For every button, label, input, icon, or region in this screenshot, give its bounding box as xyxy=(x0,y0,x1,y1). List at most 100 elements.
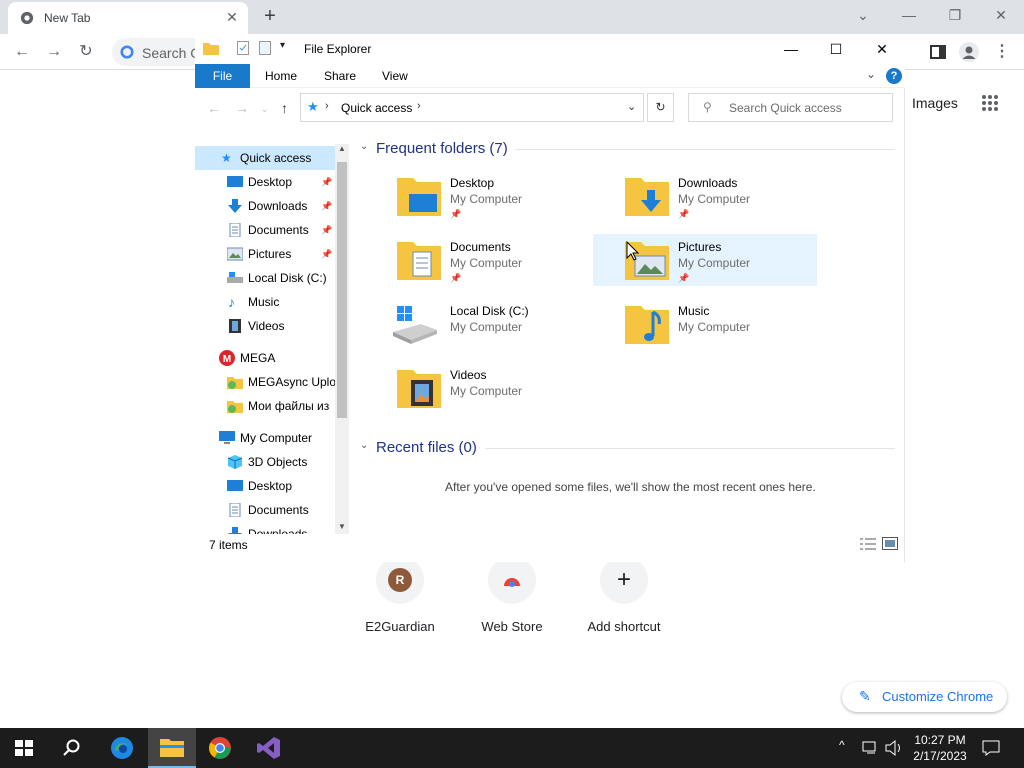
folder-name: Pictures xyxy=(678,240,722,254)
images-link[interactable]: Images xyxy=(912,95,958,111)
menu-icon[interactable]: ⋮ xyxy=(992,42,1012,62)
folder-name: Desktop xyxy=(450,176,495,190)
sidebar-item-my-computer[interactable]: My Computer xyxy=(195,426,335,450)
chevron-down-icon[interactable]: ⌄ xyxy=(360,141,368,152)
search-placeholder: Search Quick access xyxy=(729,101,842,115)
sidebar-item-desktop[interactable]: Desktop 📌 xyxy=(195,170,335,194)
maximize-button[interactable]: ☐ xyxy=(822,38,850,60)
tab-home[interactable]: Home xyxy=(265,69,297,83)
apps-grid-icon[interactable] xyxy=(981,94,999,112)
back-button[interactable]: ← xyxy=(12,42,32,62)
new-folder-icon[interactable] xyxy=(259,41,271,55)
details-view-icon[interactable] xyxy=(860,538,876,550)
address-bar[interactable]: ★ › Quick access › ⌄ xyxy=(300,93,644,122)
synced-folder-icon xyxy=(227,401,243,413)
sidebar-item-documents[interactable]: Documents 📌 xyxy=(195,218,335,242)
notification-icon[interactable] xyxy=(982,740,1000,756)
customize-chrome-button[interactable]: ✎ Customize Chrome xyxy=(842,682,1007,712)
scroll-down-icon[interactable]: ▼ xyxy=(338,522,346,531)
scroll-thumb[interactable] xyxy=(337,162,347,418)
nav-scrollbar[interactable]: ▲ ▼ xyxy=(335,144,349,534)
recent-locations-icon[interactable]: ⌄ xyxy=(261,104,269,115)
tab-file[interactable]: File xyxy=(195,64,250,88)
side-panel-icon[interactable] xyxy=(930,44,946,60)
properties-icon[interactable] xyxy=(237,41,249,55)
sidebar-item-3d-objects[interactable]: 3D Objects xyxy=(195,450,335,474)
computer-icon xyxy=(219,431,235,444)
quick-access-toolbar-dropdown[interactable]: ▾ xyxy=(280,40,285,51)
up-arrow-icon[interactable]: ↑ xyxy=(281,100,288,116)
taskbar-file-explorer[interactable] xyxy=(148,728,196,768)
sidebar-item-megasync-upload[interactable]: MEGAsync Uplo xyxy=(195,370,335,394)
start-button[interactable] xyxy=(0,728,48,768)
sidebar-item-videos[interactable]: Videos xyxy=(195,314,335,338)
folder-tile-local-disk[interactable]: Local Disk (C:) My Computer xyxy=(365,298,589,350)
clock-time: 10:27 PM xyxy=(914,733,966,747)
sidebar-item-downloads[interactable]: Downloads 📌 xyxy=(195,194,335,218)
chevron-down-icon[interactable]: ⌄ xyxy=(360,440,368,451)
folder-tile-documents[interactable]: Documents My Computer 📌 xyxy=(365,234,589,286)
frequent-folders-header[interactable]: Frequent folders (7) xyxy=(376,139,508,159)
sidebar-item-quick-access[interactable]: ★ Quick access xyxy=(195,146,335,170)
breadcrumb-chevron-icon[interactable]: › xyxy=(417,100,421,112)
shortcut-e2guardian[interactable]: R E2Guardian xyxy=(344,556,456,646)
forward-arrow-icon[interactable]: → xyxy=(235,100,249,116)
profile-avatar[interactable] xyxy=(959,42,979,62)
refresh-button[interactable]: ↻ xyxy=(647,93,674,122)
help-icon[interactable]: ? xyxy=(886,68,902,84)
add-shortcut-button[interactable]: + Add shortcut xyxy=(568,556,680,646)
breadcrumb-chevron-icon[interactable]: › xyxy=(325,100,329,112)
pictures-icon xyxy=(227,247,243,261)
download-arrow-icon xyxy=(228,527,242,534)
taskbar-visual-studio[interactable] xyxy=(245,728,293,768)
network-icon[interactable] xyxy=(862,740,880,756)
breadcrumb[interactable]: Quick access xyxy=(341,101,412,115)
folder-tile-videos[interactable]: Videos My Computer xyxy=(365,362,589,414)
shortcut-web-store[interactable]: Web Store xyxy=(456,556,568,646)
clock-date: 2/17/2023 xyxy=(913,749,967,763)
sidebar-item-local-disk[interactable]: Local Disk (C:) xyxy=(195,266,335,290)
search-button[interactable] xyxy=(48,728,96,768)
chevron-down-icon[interactable]: ⌄ xyxy=(627,100,636,113)
minimize-button[interactable]: — xyxy=(777,38,805,60)
sidebar-item-downloads-mc[interactable]: Downloads xyxy=(195,522,335,534)
scroll-up-icon[interactable]: ▲ xyxy=(338,144,346,153)
minimize-button[interactable]: — xyxy=(897,4,921,26)
sidebar-item-desktop-mc[interactable]: Desktop xyxy=(195,474,335,498)
close-icon[interactable]: ✕ xyxy=(224,9,240,25)
tiles-view-icon[interactable] xyxy=(882,537,898,550)
search-input[interactable]: ⚲ Search Quick access xyxy=(688,93,893,122)
pin-icon: 📌 xyxy=(450,273,462,283)
restore-button[interactable]: ❐ xyxy=(943,4,967,26)
folder-tile-desktop[interactable]: Desktop My Computer 📌 xyxy=(365,170,589,222)
new-tab-button[interactable]: + xyxy=(260,6,280,26)
sidebar-item-pictures[interactable]: Pictures 📌 xyxy=(195,242,335,266)
back-arrow-icon[interactable]: ← xyxy=(207,100,221,116)
tab-view[interactable]: View xyxy=(382,69,408,83)
sidebar-item-mega-files[interactable]: Мои файлы из xyxy=(195,394,335,418)
tab-share[interactable]: Share xyxy=(324,69,356,83)
folder-tile-pictures[interactable]: Pictures My Computer 📌 xyxy=(593,234,817,286)
desktop-icon xyxy=(227,176,243,187)
sidebar-item-documents-mc[interactable]: Documents xyxy=(195,498,335,522)
reload-button[interactable]: ↻ xyxy=(76,42,96,62)
shortcut-circle xyxy=(488,556,536,604)
recent-files-header[interactable]: Recent files (0) xyxy=(376,438,477,458)
close-button[interactable]: ✕ xyxy=(868,38,896,60)
folder-tile-downloads[interactable]: Downloads My Computer 📌 xyxy=(593,170,817,222)
sidebar-item-music[interactable]: ♪ Music xyxy=(195,290,335,314)
folder-tile-music[interactable]: Music My Computer xyxy=(593,298,817,350)
expand-ribbon-icon[interactable]: ⌄ xyxy=(866,67,876,81)
refresh-icon: ↻ xyxy=(655,100,666,114)
taskbar-chrome[interactable] xyxy=(196,728,244,768)
document-icon xyxy=(229,503,241,517)
clock[interactable]: 10:27 PM 2/17/2023 xyxy=(905,732,975,764)
taskbar-edge[interactable] xyxy=(98,728,146,768)
tab-new-tab[interactable]: New Tab ✕ xyxy=(8,2,248,34)
forward-button[interactable]: → xyxy=(44,42,64,62)
chevron-down-icon[interactable]: ⌄ xyxy=(851,4,875,26)
sidebar-item-mega[interactable]: M MEGA xyxy=(195,346,335,370)
volume-icon[interactable] xyxy=(885,740,903,756)
close-button[interactable]: ✕ xyxy=(989,4,1013,26)
chevron-up-icon[interactable]: ^ xyxy=(839,738,845,752)
